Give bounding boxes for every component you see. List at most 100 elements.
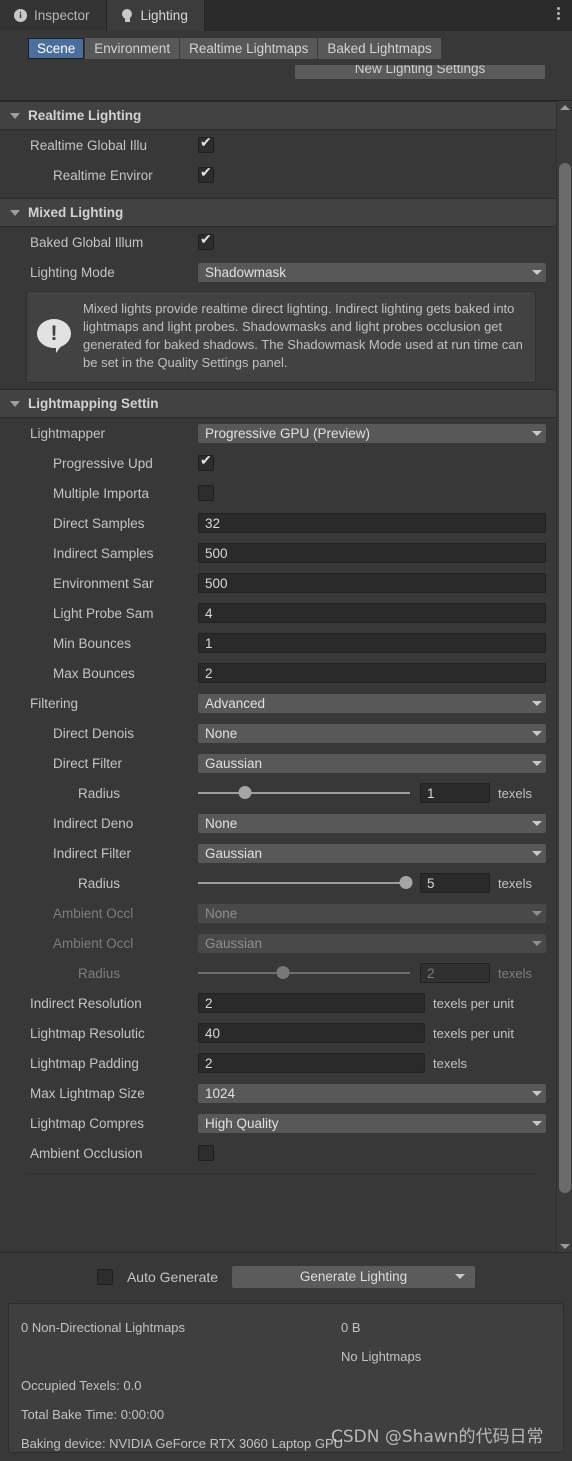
tab-lighting[interactable]: Lighting [106,0,205,31]
row-indirect-samples: Indirect Samples 500 [0,538,556,568]
subtab-scene[interactable]: Scene [28,38,86,59]
section-header-mixed-lighting[interactable]: Mixed Lighting [0,198,556,227]
chevron-down-icon [532,700,542,706]
subtab-realtime-lightmaps[interactable]: Realtime Lightmaps [180,38,319,59]
stat-occupied-texels-row: Occupied Texels: 0.0 [21,1371,551,1400]
row-max-lightmap-size: Max Lightmap Size 1024 [0,1078,556,1108]
row-light-probe-samples: Light Probe Sam 4 [0,598,556,628]
row-indirect-filter: Indirect Filter Gaussian [0,838,556,868]
lightbulb-icon [121,8,134,23]
lightmap-compression-value: High Quality [205,1115,279,1131]
lightmap-resolution-value: 40 [205,1025,221,1041]
subtab-environment[interactable]: Environment [85,38,181,59]
csdn-watermark: CSDN @Shawn的代码日常 [331,1427,544,1447]
environment-samples-input[interactable]: 500 [198,573,546,593]
max-lightmap-size-dropdown[interactable]: 1024 [198,1083,546,1103]
max-bounces-label: Max Bounces [53,665,135,681]
settings-content: Realtime Lighting Realtime Global Illu R… [0,101,556,1174]
scroll-up-arrow-icon[interactable] [557,101,572,114]
lighting-mode-dropdown[interactable]: Shadowmask [198,262,546,282]
row-baked-global-illumination: Baked Global Illum [0,227,556,257]
indirect-radius-value: 5 [427,875,435,891]
direct-radius-input[interactable]: 1 [420,783,490,803]
direct-samples-label: Direct Samples [53,515,145,531]
lightmapper-dropdown[interactable]: Progressive GPU (Preview) [198,423,546,443]
filtering-dropdown[interactable]: Advanced [198,693,546,713]
realtime-environment-label: Realtime Enviror [53,167,153,183]
direct-denoiser-dropdown[interactable]: None [198,723,546,743]
realtime-gi-checkbox[interactable] [198,135,214,153]
row-ao-filter: Ambient Occl Gaussian [0,928,556,958]
indirect-filter-dropdown[interactable]: Gaussian [198,843,546,863]
stat-no-lightmaps-row: No Lightmaps [21,1342,551,1371]
row-ao-radius: Radius 2 texels [0,958,556,988]
warning-bubble-icon: ! [37,319,73,353]
chevron-down-icon [532,940,542,946]
kebab-menu-icon[interactable] [557,7,560,20]
occupied-texels: Occupied Texels: 0.0 [21,1378,142,1393]
environment-samples-label: Environment Sar [53,575,154,591]
chevron-down-icon [10,112,20,119]
lightmap-resolution-input[interactable]: 40 [198,1023,425,1043]
indirect-radius-slider[interactable] [198,875,413,891]
indirect-filter-label: Indirect Filter [53,845,132,861]
section-header-realtime-lighting[interactable]: Realtime Lighting [0,101,556,130]
scrollbar-thumb[interactable] [559,163,571,1193]
indirect-resolution-input[interactable]: 2 [198,993,425,1013]
slider-knob[interactable] [238,786,252,799]
filtering-label: Filtering [30,695,79,711]
indirect-denoiser-dropdown[interactable]: None [198,813,546,833]
indirect-samples-input[interactable]: 500 [198,543,546,563]
tab-inspector-label: Inspector [34,8,90,23]
light-probe-samples-label: Light Probe Sam [53,605,154,621]
lightmap-padding-input[interactable]: 2 [198,1053,425,1073]
lighting-window: i Inspector Lighting Scene Environment R… [0,0,572,1461]
row-lightmap-resolution: Lightmap Resolutic 40 texels per unit [0,1018,556,1048]
generate-lighting-button[interactable]: Generate Lighting [232,1265,476,1288]
row-min-bounces: Min Bounces 1 [0,628,556,658]
max-bounces-input[interactable]: 2 [198,663,546,683]
generate-lighting-label: Generate Lighting [299,1269,408,1284]
slider-knob[interactable] [399,876,413,889]
realtime-environment-checkbox[interactable] [198,165,214,183]
vertical-scrollbar[interactable] [556,101,572,1253]
subtab-baked-lightmaps[interactable]: Baked Lightmaps [318,38,442,59]
mixed-lighting-info-text: Mixed lights provide realtime direct lig… [83,301,523,370]
lighting-mode-value: Shadowmask [205,264,287,280]
row-indirect-radius: Radius 5 texels [0,868,556,898]
ao-denoiser-dropdown: None [198,903,546,923]
progressive-updates-checkbox[interactable] [198,453,214,471]
min-bounces-input[interactable]: 1 [198,633,546,653]
realtime-gi-label: Realtime Global Illu [30,137,148,153]
direct-filter-label: Direct Filter [53,755,123,771]
window-tabbar: i Inspector Lighting [0,0,572,31]
lightmap-compression-dropdown[interactable]: High Quality [198,1113,546,1133]
multiple-importance-checkbox[interactable] [198,485,214,501]
direct-filter-dropdown[interactable]: Gaussian [198,753,546,773]
chevron-down-icon[interactable] [455,1274,466,1279]
indirect-radius-input[interactable]: 5 [420,873,490,893]
baked-gi-checkbox[interactable] [198,232,214,250]
new-lighting-settings-button[interactable]: New Lighting Settings [295,65,545,79]
auto-generate-checkbox[interactable] [96,1268,113,1285]
tab-inspector[interactable]: i Inspector [0,0,107,31]
light-probe-samples-value: 4 [205,605,213,621]
section-header-lightmapping-settings[interactable]: Lightmapping Settin [0,389,556,418]
indirect-resolution-value: 2 [205,995,213,1011]
direct-radius-slider[interactable] [198,785,410,801]
mixed-lighting-info-box: ! Mixed lights provide realtime direct l… [26,291,536,383]
ambient-occlusion-checkbox[interactable] [198,1145,214,1161]
light-probe-samples-input[interactable]: 4 [198,603,546,623]
lightmap-compression-label: Lightmap Compres [30,1115,145,1131]
row-realtime-environment: Realtime Enviror [0,160,556,190]
lightmap-resolution-unit: texels per unit [433,1025,514,1041]
settings-scroll-area: Realtime Lighting Realtime Global Illu R… [0,100,572,1253]
ao-filter-dropdown: Gaussian [198,933,546,953]
direct-samples-input[interactable]: 32 [198,513,546,533]
lighting-stats-panel: 0 Non-Directional Lightmaps 0 B No Light… [8,1303,564,1453]
ao-denoiser-label: Ambient Occl [53,905,134,921]
row-ao-denoiser: Ambient Occl None [0,898,556,928]
section-title-lightmapping: Lightmapping Settin [28,396,159,411]
indirect-denoiser-label: Indirect Deno [53,815,134,831]
section-title-mixed-lighting: Mixed Lighting [28,205,124,220]
